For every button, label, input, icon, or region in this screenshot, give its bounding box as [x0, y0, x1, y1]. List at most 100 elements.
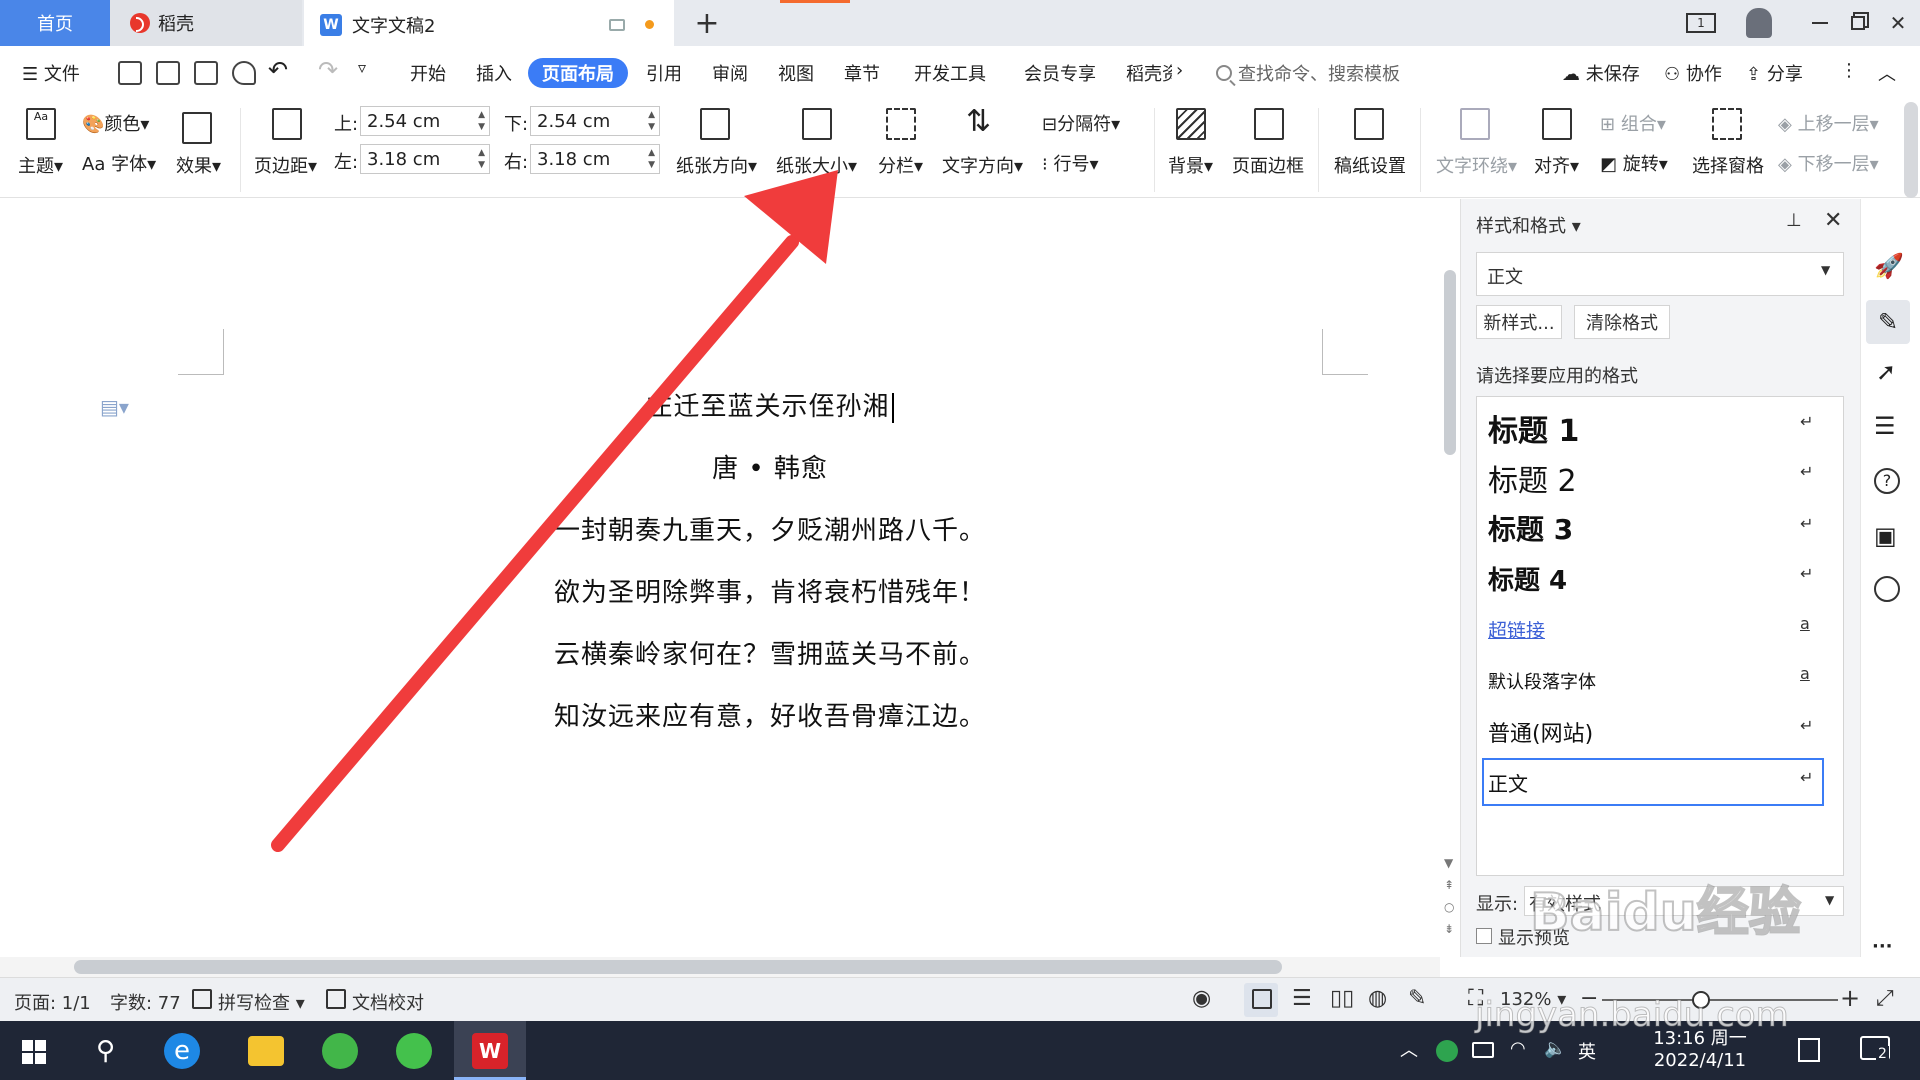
- text-wrap-button[interactable]: 文字环绕▾: [1436, 152, 1517, 178]
- customize-quick-access-icon[interactable]: ▿: [358, 58, 366, 77]
- manuscript-icon[interactable]: [1354, 108, 1384, 140]
- select-pane-button[interactable]: 选择窗格: [1692, 152, 1764, 178]
- search-icon[interactable]: ⚲: [96, 1036, 115, 1066]
- edit-styles-icon[interactable]: ✎: [1866, 300, 1910, 344]
- vertical-scroll-thumb[interactable]: [1444, 270, 1456, 455]
- color-button[interactable]: 🎨颜色▾: [82, 110, 149, 136]
- style-normal-web[interactable]: 普通(网站): [1488, 716, 1593, 748]
- export-icon[interactable]: [156, 61, 180, 85]
- rotate-button[interactable]: ◩ 旋转▾: [1600, 150, 1668, 176]
- print-icon[interactable]: [194, 61, 218, 85]
- preview-checkbox[interactable]: [1476, 928, 1492, 944]
- style-heading-4[interactable]: 标题 4: [1488, 560, 1567, 597]
- rocket-icon[interactable]: 🚀: [1874, 252, 1904, 280]
- margins-button[interactable]: 页边距▾: [254, 152, 317, 178]
- restore-button[interactable]: [1846, 8, 1870, 38]
- file-menu[interactable]: ☰ 文件: [22, 60, 80, 86]
- paper-size-icon[interactable]: [802, 108, 832, 140]
- styles-pane-title[interactable]: 样式和格式 ▾: [1476, 212, 1581, 238]
- bottom-margin-input[interactable]: 2.54 cm ▲ ▼: [530, 106, 660, 136]
- select-cursor-icon[interactable]: ➚: [1876, 358, 1896, 386]
- columns-icon[interactable]: [886, 108, 916, 140]
- poem-line[interactable]: 一封朝奏九重天，夕贬潮州路八千。: [0, 510, 1432, 547]
- windows-start-icon[interactable]: [22, 1040, 46, 1064]
- print-preview-icon[interactable]: [232, 61, 256, 85]
- poem-title[interactable]: 左迁至蓝关示侄孙湘: [0, 386, 1432, 423]
- style-body[interactable]: 正文: [1488, 768, 1528, 797]
- send-backward-button[interactable]: ◈ 下移一层▾: [1778, 150, 1879, 176]
- ribbon-scrollbar[interactable]: [1904, 102, 1918, 198]
- volume-icon[interactable]: 🔈: [1544, 1038, 1566, 1059]
- page-view-button[interactable]: 1: [1684, 8, 1718, 38]
- new-style-button[interactable]: 新样式...: [1476, 305, 1562, 339]
- browser-360-icon[interactable]: [322, 1033, 358, 1069]
- wifi-icon[interactable]: ◠: [1510, 1038, 1526, 1059]
- eye-protection-icon[interactable]: ◉: [1192, 986, 1211, 1011]
- orientation-button[interactable]: 纸张方向▾: [676, 152, 757, 178]
- page-border-icon[interactable]: [1254, 108, 1284, 140]
- more-tools-icon[interactable]: ···: [1872, 936, 1893, 957]
- save-icon[interactable]: [118, 61, 142, 85]
- collapse-ribbon-icon[interactable]: ︿: [1878, 60, 1896, 86]
- word-count[interactable]: 字数: 77: [110, 989, 181, 1015]
- page-border-button[interactable]: 页面边框: [1232, 152, 1304, 178]
- bring-forward-button[interactable]: ◈ 上移一层▾: [1778, 110, 1879, 136]
- page-count[interactable]: 页面: 1/1: [14, 989, 91, 1015]
- more-tabs-icon[interactable]: ›: [1176, 60, 1183, 81]
- fullscreen-icon[interactable]: ⤢: [1876, 986, 1894, 1011]
- monitor-icon[interactable]: [609, 18, 625, 31]
- spinner-icon[interactable]: ▲ ▼: [478, 109, 485, 133]
- document-canvas[interactable]: ▤▾ 左迁至蓝关示侄孙湘 唐 • 韩愈 一封朝奏九重天，夕贬潮州路八千。 欲为圣…: [0, 199, 1432, 957]
- notes-icon[interactable]: [1798, 1038, 1820, 1062]
- text-direction-icon[interactable]: ⇅: [966, 104, 991, 139]
- menu-start[interactable]: 开始: [410, 60, 446, 86]
- align-button[interactable]: 对齐▾: [1534, 152, 1579, 178]
- close-pane-icon[interactable]: ✕: [1824, 208, 1842, 233]
- poem-line[interactable]: 云横秦岭家何在？雪拥蓝关马不前。: [0, 634, 1432, 671]
- doc-check-button[interactable]: 文档校对: [352, 989, 424, 1015]
- battery-icon[interactable]: [1472, 1042, 1494, 1058]
- clear-format-button[interactable]: 清除格式: [1574, 305, 1670, 339]
- help-icon[interactable]: ?: [1874, 468, 1900, 494]
- menu-references[interactable]: 引用: [646, 60, 682, 86]
- add-tab-button[interactable]: +: [690, 6, 724, 41]
- background-icon[interactable]: [1176, 108, 1206, 140]
- unsaved-button[interactable]: ☁ 未保存: [1562, 60, 1640, 86]
- menu-member[interactable]: 会员专享: [1024, 60, 1096, 86]
- share-button[interactable]: ⇪ 分享: [1746, 60, 1803, 86]
- effect-button[interactable]: 效果▾: [176, 152, 221, 178]
- tray-expand-icon[interactable]: ︿: [1400, 1036, 1418, 1062]
- menu-chapter[interactable]: 章节: [844, 60, 880, 86]
- paper-size-button[interactable]: 纸张大小▾: [776, 152, 857, 178]
- compass-icon[interactable]: [1874, 576, 1900, 602]
- style-hyperlink[interactable]: 超链接: [1488, 616, 1545, 643]
- spinner-icon[interactable]: ▲ ▼: [648, 147, 655, 171]
- close-window-button[interactable]: ✕: [1886, 8, 1910, 38]
- wechat-icon[interactable]: [396, 1033, 432, 1069]
- web-view-icon[interactable]: ◍: [1368, 986, 1387, 1011]
- reading-view-icon[interactable]: ▯▯: [1330, 986, 1354, 1011]
- orientation-icon[interactable]: [700, 108, 730, 140]
- write-mode-icon[interactable]: ✎: [1408, 986, 1426, 1011]
- settings-sliders-icon[interactable]: ☰: [1874, 412, 1896, 440]
- zoom-in-button[interactable]: +: [1840, 984, 1860, 1012]
- font-button[interactable]: Aa 字体▾: [82, 150, 156, 176]
- select-pane-icon[interactable]: [1712, 108, 1742, 140]
- command-search[interactable]: 查找命令、搜索模板: [1216, 58, 1456, 88]
- more-options-icon[interactable]: ⋮: [1840, 60, 1858, 81]
- separator-button[interactable]: ⊟分隔符▾: [1042, 110, 1120, 136]
- text-wrap-icon[interactable]: [1460, 108, 1490, 140]
- style-heading-3[interactable]: 标题 3: [1488, 508, 1573, 548]
- theme-button[interactable]: 主题▾: [18, 152, 63, 178]
- avatar[interactable]: [1744, 8, 1774, 38]
- left-margin-input[interactable]: 3.18 cm ▲ ▼: [360, 144, 490, 174]
- menu-review[interactable]: 审阅: [712, 60, 748, 86]
- effect-icon[interactable]: [182, 112, 212, 144]
- tray-app-icon[interactable]: [1436, 1040, 1458, 1062]
- spinner-icon[interactable]: ▲ ▼: [648, 109, 655, 133]
- menu-docer[interactable]: 稻壳资: [1126, 60, 1172, 86]
- text-direction-button[interactable]: 文字方向▾: [942, 152, 1023, 178]
- minimize-button[interactable]: [1808, 8, 1832, 38]
- menu-insert[interactable]: 插入: [476, 60, 512, 86]
- tab-home[interactable]: 首页: [0, 0, 110, 46]
